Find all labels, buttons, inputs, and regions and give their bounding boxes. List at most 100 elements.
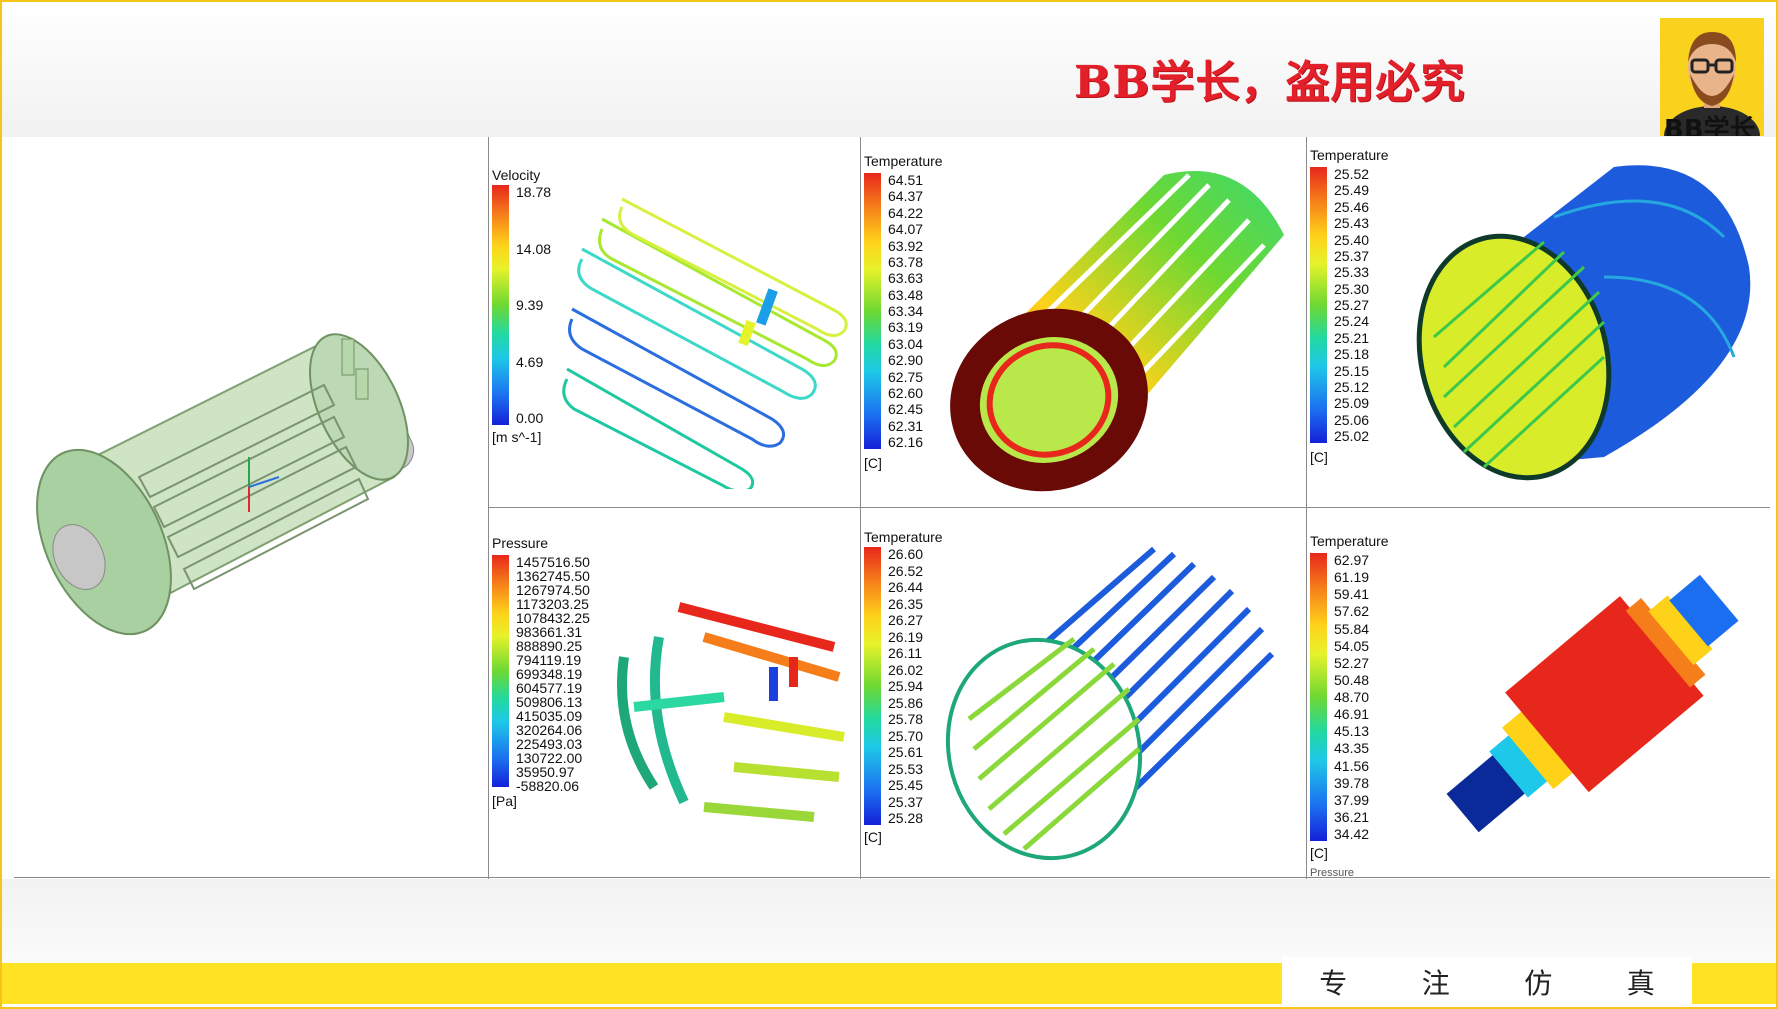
legend-tick-label: 62.60	[888, 384, 924, 401]
legend-tick-label: 39.78	[1334, 774, 1370, 791]
legend-tick-label: 54.05	[1334, 637, 1370, 654]
legend-tick-label: 26.27	[888, 612, 924, 628]
shaft-temperature-plot	[1446, 574, 1739, 833]
legend-tick-label: -58820.06	[516, 778, 580, 794]
legend-tick-label: 18.78	[516, 184, 552, 200]
legend-tick-label: 45.13	[1334, 723, 1370, 740]
legend-tick-label: 794119.19	[516, 652, 582, 668]
legend-tick-label: 25.40	[1334, 231, 1370, 248]
legend-tick-label: 25.18	[1334, 346, 1370, 363]
bars-temperature-legend-ticks: 26.60 26.52 26.44 26.35 26.27 26.19 26.11 26.02…	[888, 547, 923, 825]
legend-tick-label: 1457516.50	[516, 554, 590, 570]
legend-tick-label: 63.19	[888, 319, 924, 336]
legend-tick-label: 25.86	[888, 694, 924, 711]
shell-temperature-legend-title: Temperature	[1310, 147, 1389, 163]
shaft-temperature-color-bar	[1310, 553, 1327, 841]
velocity-legend-ticks: 18.78 14.08 9.39 4.69 0.00	[516, 185, 551, 425]
legend-tick-label: 25.02	[1334, 428, 1370, 444]
legend-tick-label: 62.31	[888, 417, 924, 434]
legend-tick-label: 604577.19	[516, 680, 583, 696]
rotor-temperature-legend-ticks: 64.51 64.37 64.22 64.07 63.92 63.78 63.63 63.48…	[888, 173, 923, 449]
rotor-temperature-legend-title: Temperature	[864, 153, 943, 169]
legend-tick-label: 63.48	[888, 286, 924, 303]
legend-tick-label: 25.21	[1334, 329, 1370, 346]
legend-tick-label: 62.45	[888, 401, 924, 418]
grid-divider	[1306, 137, 1307, 879]
avatar-label: BB学长	[1664, 115, 1756, 136]
shell-temperature-legend-unit: [C]	[1310, 449, 1328, 465]
legend-tick-label: 25.28	[888, 810, 924, 826]
footer-label: 专 注 仿 真	[1282, 957, 1692, 1007]
legend-tick-label: 41.56	[1334, 757, 1370, 774]
legend-tick-label: 63.78	[888, 253, 924, 270]
legend-tick-label: 25.61	[888, 744, 924, 760]
legend-tick-label: 14.08	[516, 240, 552, 257]
legend-tick-label: 25.70	[888, 727, 924, 744]
velocity-color-bar	[492, 185, 509, 425]
legend-tick-label: 26.35	[888, 595, 924, 612]
legend-tick-label: 64.37	[888, 188, 924, 205]
legend-tick-label: 320264.06	[516, 722, 583, 738]
pressure-color-bar	[492, 555, 509, 787]
legend-tick-label: 62.97	[1334, 552, 1370, 568]
legend-tick-label: 63.04	[888, 335, 924, 352]
footer-char: 注	[1421, 967, 1450, 1000]
legend-tick-label: 25.94	[888, 678, 924, 694]
legend-tick-label: 26.52	[888, 562, 924, 579]
pressure-legend-title: Pressure	[492, 535, 549, 551]
shaft-temperature-legend: Temperature 62.97 61.19 59.41 57.62 55.84 54.…	[1310, 533, 1420, 873]
slide-header: BB学长，盗用必究 BB学长	[2, 2, 1776, 137]
bars-temperature-legend-unit: [C]	[864, 829, 882, 845]
legend-tick-label: 25.53	[888, 760, 924, 777]
shell-temperature-color-bar	[1310, 167, 1327, 443]
legend-tick-label: 509806.13	[516, 694, 583, 710]
legend-tick-label: 25.09	[1334, 395, 1370, 412]
velocity-legend-title: Velocity	[492, 167, 541, 183]
legend-tick-label: 62.90	[888, 352, 924, 369]
pressure-legend-ticks: 1457516.50 1362745.50 1267974.50 1173203.25…	[516, 554, 590, 793]
pressure-legend-unit: [Pa]	[492, 793, 517, 809]
legend-tick-label: 26.11	[888, 645, 922, 661]
grid-divider	[488, 137, 489, 879]
legend-tick-label: 1078432.25	[516, 610, 590, 626]
velocity-legend-unit: [m s^-1]	[492, 429, 542, 445]
legend-tick-label: 1267974.50	[516, 582, 590, 598]
legend-tick-label: 25.06	[1334, 411, 1370, 428]
legend-tick-label: 130722.00	[516, 750, 583, 766]
legend-tick-label: 26.19	[888, 628, 924, 645]
legend-tick-label: 25.33	[1334, 264, 1370, 281]
legend-tick-label: 63.34	[888, 303, 924, 319]
legend-tick-label: 59.41	[1334, 586, 1370, 603]
grid-divider	[14, 877, 1770, 878]
legend-tick-label: 225493.03	[516, 736, 583, 752]
legend-tick-label: 36.21	[1334, 808, 1370, 825]
legend-tick-label: 26.02	[888, 661, 924, 678]
rotor-temperature-plot	[950, 171, 1284, 492]
legend-tick-label: 43.35	[1334, 740, 1370, 757]
legend-tick-label: 25.30	[1334, 280, 1370, 297]
legend-tick-label: 0.00	[516, 410, 544, 426]
legend-tick-label: 48.70	[1334, 689, 1370, 705]
legend-tick-label: 52.27	[1334, 654, 1370, 671]
legend-tick-label: 57.62	[1334, 603, 1370, 620]
slide-footer: 专 注 仿 真	[2, 879, 1776, 1007]
legend-tick-label: 25.15	[1334, 362, 1370, 379]
legend-tick-label: 26.44	[888, 579, 924, 595]
legend-tick-label: 63.63	[888, 270, 924, 287]
grid-divider	[488, 507, 1770, 508]
legend-tick-label: 888890.25	[516, 638, 583, 654]
legend-tick-label: 25.43	[1334, 215, 1370, 232]
legend-tick-label: 25.12	[1334, 378, 1370, 395]
legend-tick-label: 64.51	[888, 172, 924, 188]
velocity-streamlines-plot	[562, 197, 848, 489]
rotor-temperature-color-bar	[864, 173, 881, 449]
legend-tick-label: 26.60	[888, 546, 924, 562]
legend-tick-label: 35950.97	[516, 764, 575, 780]
legend-tick-label: 63.92	[888, 237, 924, 254]
shaft-temperature-legend-ticks: 62.97 61.19 59.41 57.62 55.84 54.05 52.27 50.48…	[1334, 553, 1369, 841]
legend-tick-label: 50.48	[1334, 671, 1370, 688]
shaft-temperature-legend-unit: [C]	[1310, 845, 1328, 861]
shell-temperature-legend-ticks: 25.52 25.49 25.46 25.43 25.40 25.37 25.33 25.30…	[1334, 167, 1369, 443]
rotor-temperature-legend-unit: [C]	[864, 455, 882, 471]
legend-tick-label: 1173203.25	[516, 596, 589, 612]
